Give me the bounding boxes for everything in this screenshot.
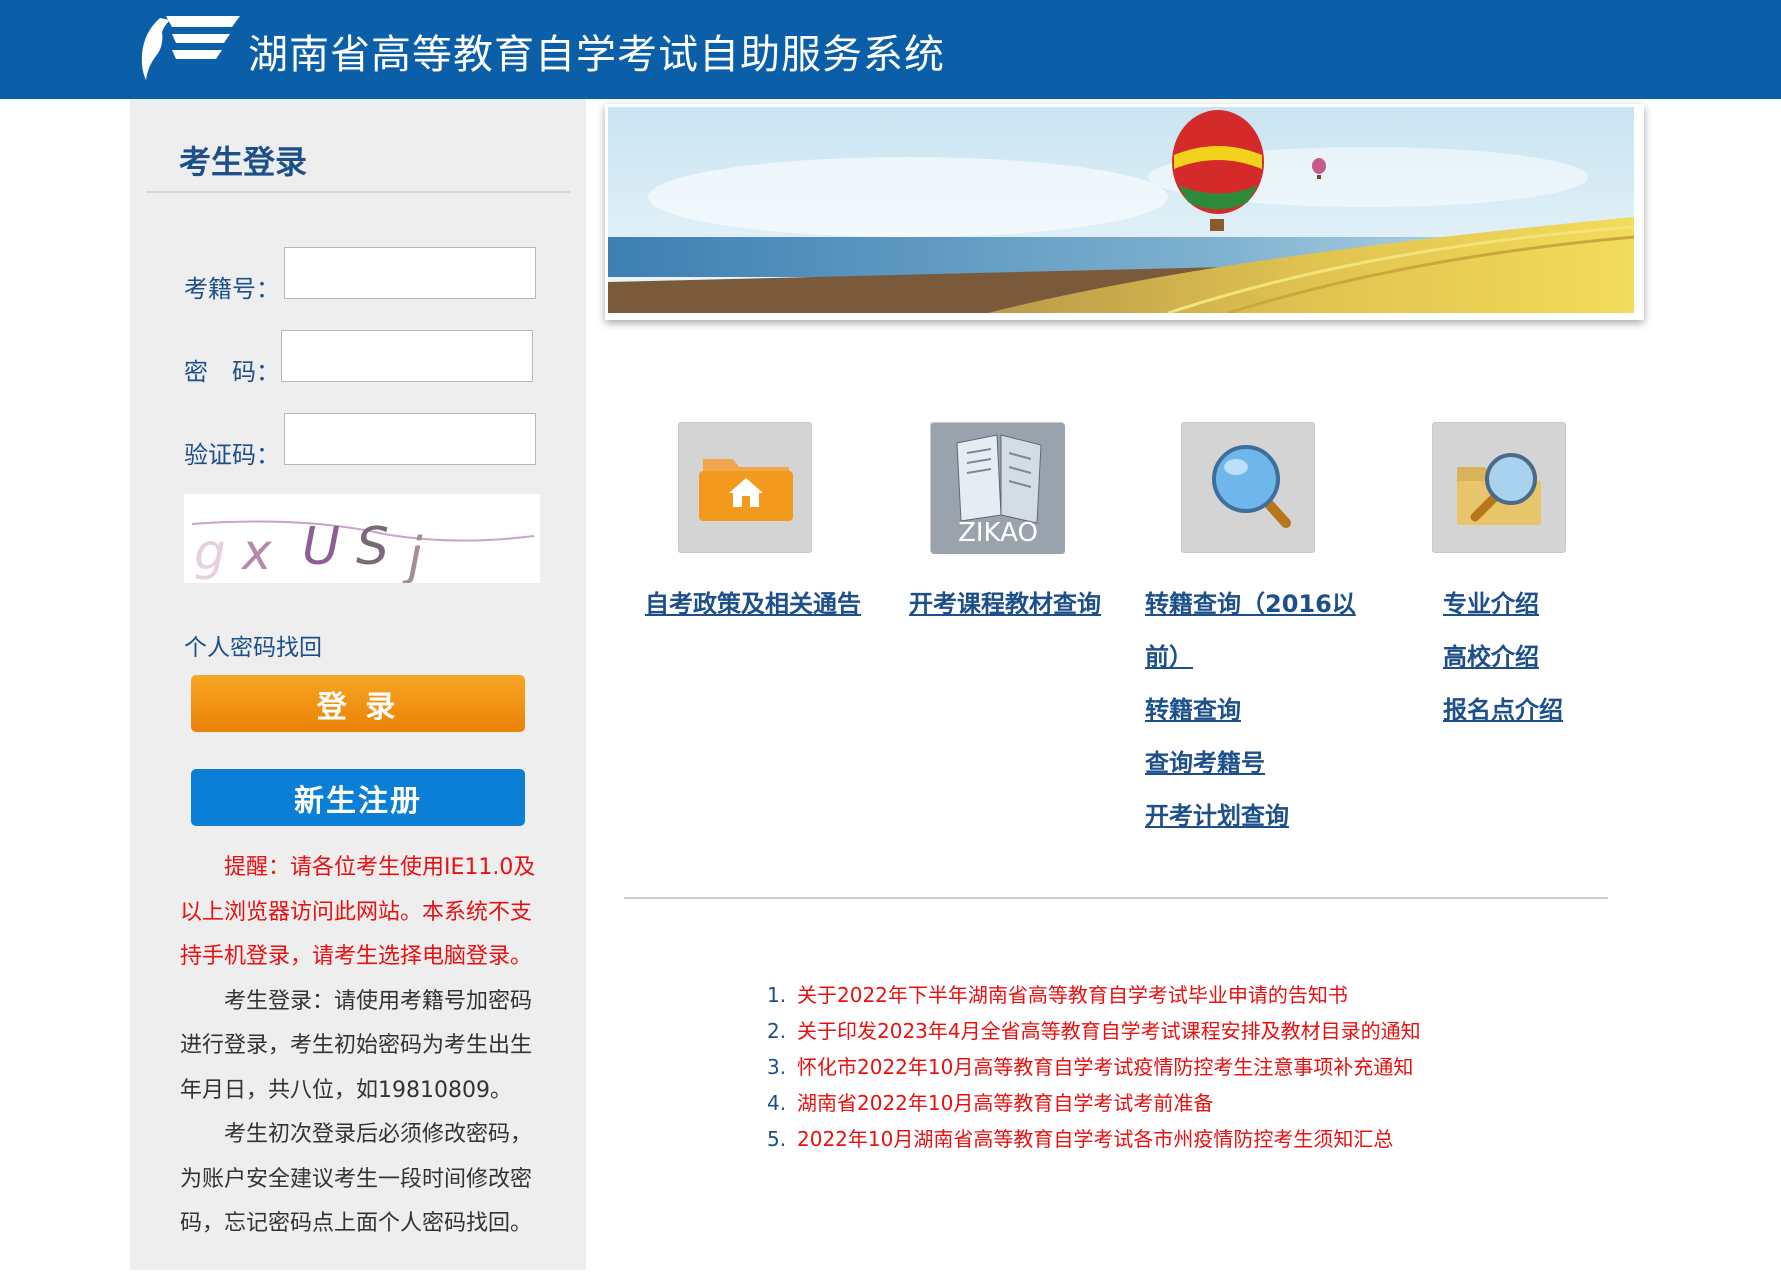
courses-tile[interactable]: ZIKAO (930, 422, 1065, 554)
notice-link[interactable]: 关于2022年下半年湖南省高等教育自学考试毕业申请的告知书 (797, 983, 1348, 1007)
login-sidebar: 考生登录 考籍号： 密 码： 验证码： g x U S j 个人密码找回 登 录… (130, 99, 586, 1270)
transfer-query-2016-link[interactable]: 转籍查询（2016以 (1145, 584, 1356, 619)
list-item: 5. 2022年10月湖南省高等教育自学考试各市州疫情防控考生须知汇总 (767, 1121, 1547, 1157)
college-intro-link[interactable]: 高校介绍 (1443, 637, 1539, 672)
list-item: 1. 关于2022年下半年湖南省高等教育自学考试毕业申请的告知书 (767, 977, 1547, 1013)
forgot-password-link[interactable]: 个人密码找回 (184, 628, 322, 662)
list-item: 2. 关于印发2023年4月全省高等教育自学考试课程安排及教材目录的通知 (767, 1013, 1547, 1049)
password-input[interactable] (281, 330, 533, 382)
site-header: 湖南省高等教育自学考试自助服务系统 (0, 0, 1781, 99)
browser-reminder: 提醒：请各位考生使用IE11.0及以上浏览器访问此网站。本系统不支持手机登录，请… (180, 855, 536, 969)
zikao-book-icon: ZIKAO (931, 423, 1065, 554)
exam-plan-link[interactable]: 开考计划查询 (1145, 796, 1289, 831)
policy-tile[interactable] (678, 422, 812, 553)
banner (605, 104, 1644, 320)
login-title: 考生登录 (179, 143, 308, 181)
captcha-char-1: g (194, 523, 226, 581)
captcha-char-5: j (402, 527, 423, 583)
first-login-tip: 考生初次登录后必须修改密码，为账户安全建议考生一段时间修改密码，忘记密码点上面个… (180, 1122, 533, 1236)
magnifier-icon (1212, 445, 1291, 528)
captcha-input[interactable] (284, 413, 536, 465)
zikao-text: ZIKAO (958, 518, 1038, 548)
notice-number: 2. (767, 1019, 787, 1043)
password-label: 密 码： (184, 358, 280, 386)
notice-list: 1. 关于2022年下半年湖南省高等教育自学考试毕业申请的告知书 2. 关于印发20… (767, 977, 1547, 1157)
notice-link[interactable]: 湖南省2022年10月高等教育自学考试考前准备 (797, 1091, 1213, 1115)
notice-number: 4. (767, 1091, 787, 1115)
exam-id-query-link[interactable]: 查询考籍号 (1145, 743, 1265, 778)
registration-site-intro-link[interactable]: 报名点介绍 (1443, 690, 1563, 725)
transfer-query-link[interactable]: 转籍查询 (1145, 690, 1241, 725)
banner-image (608, 107, 1634, 313)
captcha-label: 验证码： (184, 441, 280, 469)
divider (624, 897, 1608, 899)
folder-search-icon (1457, 453, 1541, 525)
notes-block: 提醒：请各位考生使用IE11.0及以上浏览器访问此网站。本系统不支持手机登录，请… (180, 846, 536, 1247)
captcha-char-3: U (302, 517, 340, 577)
captcha-image[interactable]: g x U S j (184, 494, 540, 587)
register-button[interactable]: 新生注册 (191, 769, 525, 826)
transfer-tile[interactable] (1181, 422, 1315, 553)
transfer-query-2016-link-cont[interactable]: 前） (1145, 637, 1193, 672)
captcha-char-4: S (356, 517, 389, 577)
list-item: 3. 怀化市2022年10月高等教育自学考试疫情防控考生注意事项补充通知 (767, 1049, 1547, 1085)
home-folder-icon (699, 459, 793, 521)
login-tip: 考生登录：请使用考籍号加密码进行登录，考生初始密码为考生出生年月日，共八位，如1… (180, 988, 533, 1103)
notice-link[interactable]: 2022年10月湖南省高等教育自学考试各市州疫情防控考生须知汇总 (797, 1127, 1393, 1151)
divider (146, 191, 570, 193)
notice-number: 5. (767, 1127, 787, 1151)
major-intro-link[interactable]: 专业介绍 (1443, 584, 1539, 619)
notice-number: 3. (767, 1055, 787, 1079)
site-title: 湖南省高等教育自学考试自助服务系统 (248, 32, 945, 78)
notice-number: 1. (767, 983, 787, 1007)
notice-link[interactable]: 关于印发2023年4月全省高等教育自学考试课程安排及教材目录的通知 (797, 1019, 1421, 1043)
exam-id-label: 考籍号： (184, 275, 280, 303)
logo-icon (141, 16, 240, 80)
exam-id-input[interactable] (284, 247, 536, 299)
login-button[interactable]: 登 录 (191, 675, 525, 732)
captcha-graphic: g x U S j (191, 517, 535, 587)
courses-link[interactable]: 开考课程教材查询 (909, 584, 1101, 619)
list-item: 4. 湖南省2022年10月高等教育自学考试考前准备 (767, 1085, 1547, 1121)
captcha-char-2: x (240, 523, 272, 581)
policy-link[interactable]: 自考政策及相关通告 (645, 584, 861, 619)
intro-tile[interactable] (1432, 422, 1566, 553)
notice-link[interactable]: 怀化市2022年10月高等教育自学考试疫情防控考生注意事项补充通知 (797, 1055, 1413, 1079)
